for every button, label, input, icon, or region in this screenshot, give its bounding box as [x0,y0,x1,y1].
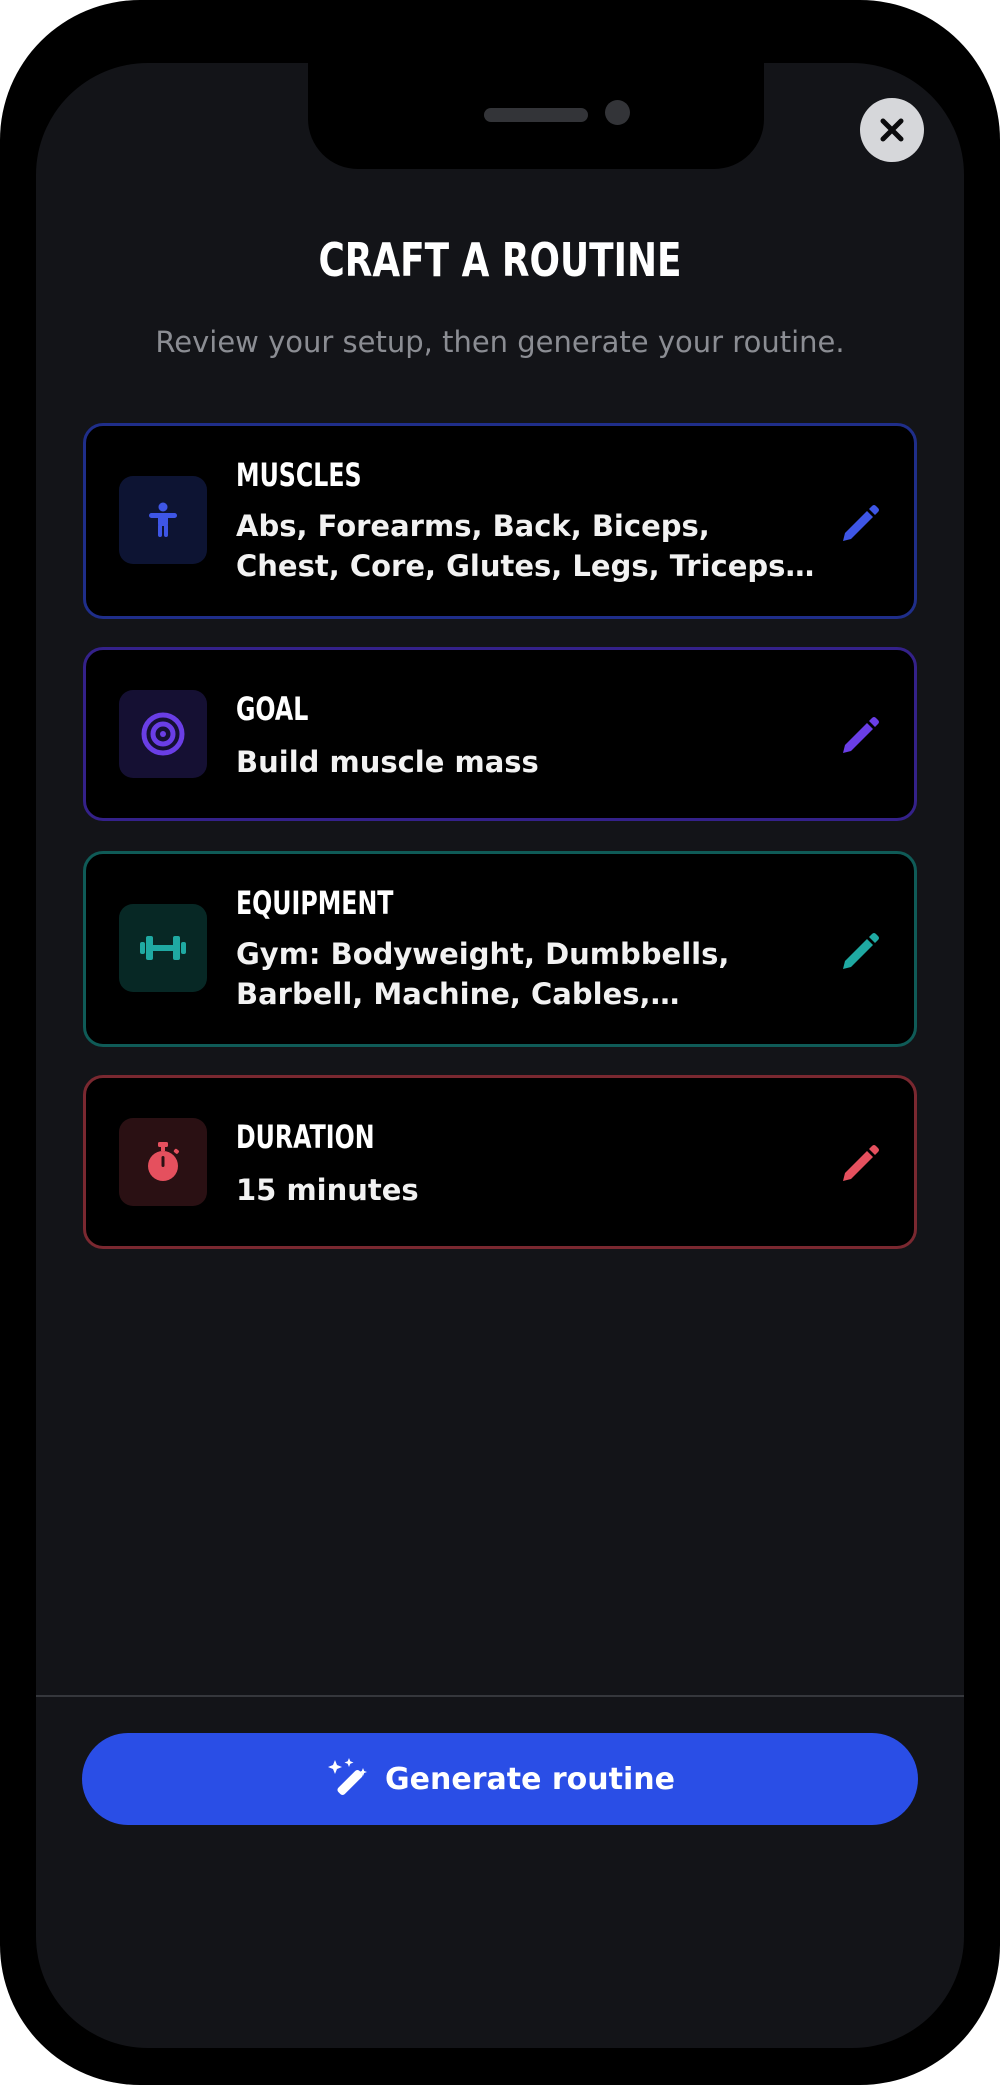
equipment-card[interactable]: EQUIPMENT Gym: Bodyweight, Dumbbells, Ba… [83,851,917,1047]
goal-icon-box [119,690,207,778]
equipment-value: Gym: Bodyweight, Dumbbells, Barbell, Mac… [236,937,730,1011]
goal-value: Build muscle mass [236,745,539,779]
muscles-value: Abs, Forearms, Back, Biceps, Chest, Core… [236,509,797,583]
close-button[interactable] [860,98,924,162]
stopwatch-icon [148,1142,179,1181]
generate-routine-button[interactable]: Generate routine [82,1733,918,1825]
pencil-icon [843,1145,879,1181]
muscles-label: MUSCLES [236,456,362,494]
edit-duration-button[interactable] [836,1140,884,1188]
body-icon [149,502,177,537]
dumbbell-icon [140,936,186,960]
goal-label: GOAL [236,690,309,728]
goal-card[interactable]: GOAL Build muscle mass [83,647,917,821]
pencil-icon [843,717,879,753]
speaker-grille [484,108,588,122]
generate-routine-label: Generate routine [385,1761,675,1797]
pencil-icon [843,505,879,541]
edit-muscles-button[interactable] [836,500,884,548]
pencil-icon [843,933,879,969]
front-camera [605,100,630,125]
page-title: CRAFT A ROUTINE [318,233,682,287]
muscles-card[interactable]: MUSCLES Abs, Forearms, Back, Biceps, Che… [83,423,917,619]
phone-frame: CRAFT A ROUTINE Review your setup, then … [0,0,1000,2085]
footer-divider [36,1695,964,1697]
equipment-icon-box [119,904,207,992]
duration-label: DURATION [236,1118,375,1156]
close-icon [880,118,904,142]
edit-equipment-button[interactable] [836,928,884,976]
page-subtitle: Review your setup, then generate your ro… [155,325,845,359]
duration-value: 15 minutes [236,1173,419,1207]
app-screen: CRAFT A ROUTINE Review your setup, then … [36,63,964,2048]
duration-card[interactable]: DURATION 15 minutes [83,1075,917,1249]
magic-wand-icon [328,1758,368,1796]
muscles-icon-box [119,476,207,564]
edit-goal-button[interactable] [836,712,884,760]
duration-icon-box [119,1118,207,1206]
equipment-label: EQUIPMENT [236,884,394,922]
target-icon [141,712,185,756]
